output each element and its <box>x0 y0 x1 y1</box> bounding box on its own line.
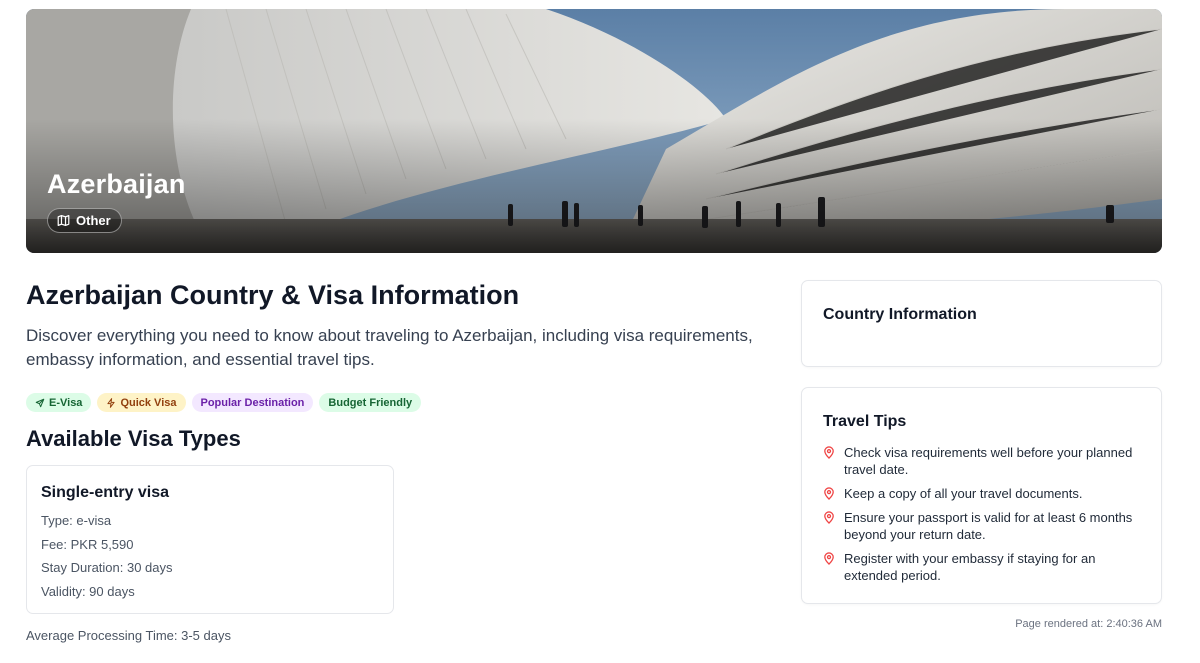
tag-label: E-Visa <box>49 396 83 409</box>
travel-tip-text: Ensure your passport is valid for at lea… <box>844 510 1133 542</box>
tag-popular-destination: Popular Destination <box>191 393 314 412</box>
map-pin-icon <box>824 511 834 524</box>
travel-tip-text: Check visa requirements well before your… <box>844 445 1133 477</box>
plane-icon <box>35 398 45 407</box>
intro-text: Discover everything you need to know abo… <box>26 326 753 369</box>
region-badge: Other <box>47 208 122 233</box>
visa-types-heading: Available Visa Types <box>26 426 241 451</box>
tag-quick-visa: Quick Visa <box>97 393 186 412</box>
visa-stay-duration: Stay Duration: 30 days <box>41 560 173 575</box>
hero-country-title: Azerbaijan <box>47 169 186 199</box>
average-processing-time: Average Processing Time: 3-5 days <box>26 628 231 643</box>
map-pin-icon <box>824 552 834 565</box>
country-information-card: Country Information <box>801 280 1162 367</box>
travel-tip-text: Register with your embassy if staying fo… <box>844 551 1096 583</box>
map-pin-icon <box>824 446 834 459</box>
travel-tip: Check visa requirements well before your… <box>823 444 1143 478</box>
hero-overlay <box>26 9 1162 253</box>
travel-tip: Ensure your passport is valid for at lea… <box>823 509 1143 543</box>
region-badge-label: Other <box>76 213 111 228</box>
visa-name: Single-entry visa <box>41 484 170 501</box>
travel-tips-title: Travel Tips <box>823 413 907 430</box>
map-pin-icon <box>824 487 834 500</box>
visa-validity: Validity: 90 days <box>41 584 135 599</box>
tag-e-visa: E-Visa <box>26 393 92 412</box>
tag-label: Quick Visa <box>120 396 177 409</box>
visa-card: Single-entry visa Type: e-visa Fee: PKR … <box>26 465 394 614</box>
render-timestamp: Page rendered at: 2:40:36 AM <box>1015 618 1162 630</box>
travel-tip-text: Keep a copy of all your travel documents… <box>844 486 1083 501</box>
map-icon <box>57 215 70 226</box>
tag-list: E-Visa Quick Visa Popular Destination Bu… <box>26 393 422 412</box>
travel-tip: Register with your embassy if staying fo… <box>823 550 1143 584</box>
page-title: Azerbaijan Country & Visa Information <box>26 280 520 310</box>
travel-tip: Keep a copy of all your travel documents… <box>823 485 1143 502</box>
lightning-icon <box>107 397 116 408</box>
visa-type: Type: e-visa <box>41 513 112 528</box>
hero-banner: Azerbaijan Other <box>26 9 1162 253</box>
tag-budget-friendly: Budget Friendly <box>319 393 422 412</box>
travel-tips-card: Travel Tips Check visa requirements well… <box>801 387 1162 604</box>
visa-fee: Fee: PKR 5,590 <box>41 537 134 552</box>
country-information-title: Country Information <box>823 306 977 323</box>
tag-label: Popular Destination <box>200 396 305 409</box>
tag-label: Budget Friendly <box>328 396 413 409</box>
